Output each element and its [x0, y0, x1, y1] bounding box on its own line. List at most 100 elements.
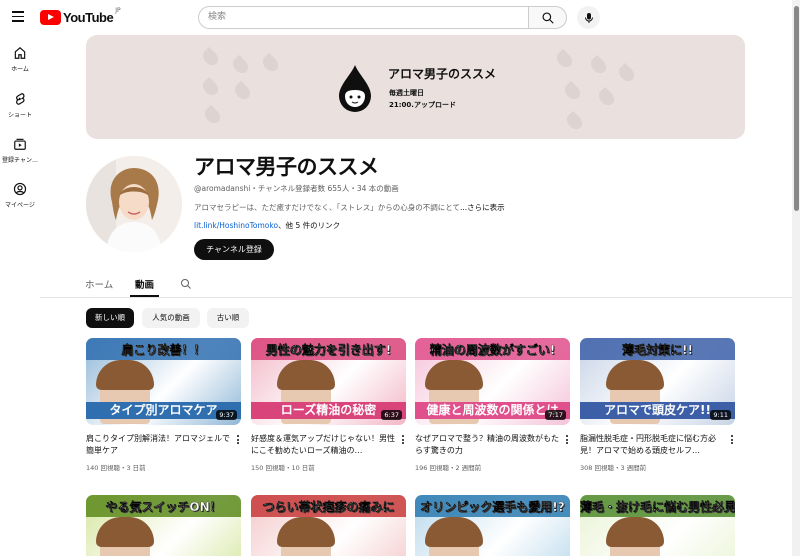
channel-description-text: アロマセラピーは、ただ癒すだけでなく、「ストレス」からの心身の不調にとて — [194, 203, 461, 212]
leaf-decoration — [595, 86, 618, 109]
video-card[interactable]: オリンピック選手も愛用!? — [415, 495, 570, 556]
sidebar-item-label: マイページ — [5, 202, 35, 209]
channel-tabs: ホーム 動画 — [40, 270, 792, 298]
leaf-decoration — [561, 80, 584, 103]
leaf-decoration — [229, 54, 252, 77]
sidebar-item-shorts[interactable]: ショート — [0, 92, 40, 119]
video-card[interactable]: 肩こり改善！！ タイプ別アロマケア 9:37 肩こりタイプ別解消法！アロマジェルで… — [86, 338, 241, 472]
scrollbar-thumb[interactable] — [794, 6, 799, 211]
thumbnail-title: つらい帯状疱疹の痛みに — [262, 500, 395, 514]
thumbnail-presenter-hair — [606, 360, 664, 390]
video-thumbnail[interactable]: 男性の魅力を引き出す! ローズ精油の秘密 6:37 — [251, 338, 406, 425]
banner-schedule-day: 毎週土曜日 — [389, 89, 424, 97]
voice-search-button[interactable] — [577, 6, 600, 29]
video-thumbnail[interactable]: 肩こり改善！！ タイプ別アロマケア 9:37 — [86, 338, 241, 425]
thumbnail-title: やる気スイッチON！ — [105, 500, 222, 514]
sidebar-item-my-page[interactable]: マイページ — [0, 182, 40, 209]
leaf-decoration — [553, 48, 576, 71]
menu-icon[interactable] — [9, 8, 27, 26]
tab-home[interactable]: ホーム — [85, 277, 113, 291]
video-title[interactable]: 脂漏性脱毛症・円形脱毛症に悩む方必見！アロマで始める頭皮セルフ… — [580, 433, 725, 457]
video-card[interactable]: やる気スイッチON！ — [86, 495, 241, 556]
banner-title: アロマ男子のススメ — [388, 67, 497, 81]
leaf-decoration — [231, 80, 254, 103]
channel-link[interactable]: lit.link/HoshinoTomoko — [194, 221, 278, 230]
channel-link-suffix[interactable]: 、他 5 件のリンク — [278, 221, 340, 230]
video-duration: 6:37 — [381, 410, 402, 420]
thumbnail-presenter-hair — [425, 517, 483, 547]
logo-region: JP — [115, 7, 121, 14]
chip-popular[interactable]: 人気の動画 — [142, 308, 200, 328]
leaf-decoration — [259, 52, 282, 75]
more-options-icon[interactable] — [729, 434, 735, 446]
more-options-icon[interactable] — [564, 434, 570, 446]
video-title[interactable]: 肩こりタイプ別解消法！アロマジェルで簡単ケア — [86, 433, 231, 457]
home-icon — [14, 46, 26, 59]
chip-newest[interactable]: 新しい順 — [86, 308, 134, 328]
video-meta: 196 回視聴・2 週間前 — [415, 464, 482, 472]
chip-oldest[interactable]: 古い順 — [207, 308, 249, 328]
video-meta: 150 回視聴・10 日前 — [251, 464, 315, 472]
video-card[interactable]: 精油の周波数がすごい! 健康と周波数の関係とは 7:17 なぜアロマで整う？精油の… — [415, 338, 570, 472]
video-thumbnail[interactable]: 薄毛・抜け毛に悩む男性必見 — [580, 495, 735, 556]
youtube-play-icon — [40, 9, 61, 25]
leaf-decoration — [199, 76, 222, 99]
video-thumbnail[interactable]: オリンピック選手も愛用!? — [415, 495, 570, 556]
video-card[interactable]: 男性の魅力を引き出す! ローズ精油の秘密 6:37 好感度＆運気アップだけじゃない… — [251, 338, 406, 472]
subscribe-button[interactable]: チャンネル登録 — [194, 239, 274, 260]
microphone-icon — [584, 12, 593, 23]
search-button[interactable] — [528, 6, 567, 29]
channel-meta: @aromadanshi・チャンネル登録者数 655人・34 本の動画 — [194, 184, 399, 193]
search-input[interactable]: 検索 — [198, 6, 528, 29]
thumbnail-presenter-hair — [277, 360, 335, 390]
sidebar-item-label: ショート — [7, 112, 32, 119]
channel-banner: アロマ男子のススメ 毎週土曜日 21:00.アップロード — [86, 35, 745, 139]
channel-name: アロマ男子のススメ — [194, 155, 379, 179]
more-options-icon[interactable] — [400, 434, 406, 446]
search-icon — [542, 12, 554, 24]
video-duration: 9:11 — [710, 410, 731, 420]
avatar-portrait — [86, 156, 182, 252]
video-title[interactable]: なぜアロマで整う？精油の周波数がもたらす驚きの力 — [415, 433, 560, 457]
video-thumbnail[interactable]: 薄毛対策に!! アロマで頭皮ケア!! 9:11 — [580, 338, 735, 425]
banner-schedule-time: 21:00.アップロード — [389, 101, 456, 109]
leaf-decoration — [199, 46, 222, 69]
more-options-icon[interactable] — [235, 434, 241, 446]
search-icon[interactable] — [180, 278, 192, 290]
show-more-link[interactable]: ...さらに表示 — [460, 203, 505, 212]
video-duration: 7:17 — [545, 410, 566, 420]
leaf-decoration — [615, 62, 638, 85]
video-title[interactable]: 好感度＆運気アップだけじゃない！男性にこそ勧めたいローズ精油の… — [251, 433, 396, 457]
active-tab-underline — [130, 295, 159, 297]
sidebar-item-label: ホーム — [11, 66, 29, 73]
video-duration: 9:37 — [216, 410, 237, 420]
leaf-decoration — [201, 104, 224, 127]
video-card[interactable]: 薄毛対策に!! アロマで頭皮ケア!! 9:11 脂漏性脱毛症・円形脱毛症に悩む方必… — [580, 338, 735, 472]
video-card[interactable]: つらい帯状疱疹の痛みに — [251, 495, 406, 556]
sidebar-item-subscriptions[interactable]: 登録チャン… — [0, 137, 40, 164]
tab-videos[interactable]: 動画 — [135, 277, 154, 291]
video-thumbnail[interactable]: 精油の周波数がすごい! 健康と周波数の関係とは 7:17 — [415, 338, 570, 425]
youtube-logo[interactable]: YouTube JP — [40, 7, 121, 25]
thumbnail-presenter-hair — [96, 517, 154, 547]
thumbnail-title: 精油の周波数がすごい! — [429, 343, 556, 357]
video-thumbnail[interactable]: やる気スイッチON！ — [86, 495, 241, 556]
video-meta: 308 回視聴・3 週間前 — [580, 464, 647, 472]
leaf-decoration — [587, 54, 610, 77]
account-icon — [13, 182, 27, 196]
thumbnail-title: 肩こり改善！！ — [121, 343, 206, 357]
shorts-icon — [16, 93, 25, 105]
video-card[interactable]: 薄毛・抜け毛に悩む男性必見 — [580, 495, 735, 556]
video-meta: 140 回視聴・3 日前 — [86, 464, 146, 472]
video-thumbnail[interactable]: つらい帯状疱疹の痛みに — [251, 495, 406, 556]
thumbnail-title: 男性の魅力を引き出す! — [265, 343, 392, 357]
thumbnail-title: 薄毛・抜け毛に悩む男性必見 — [580, 500, 735, 514]
thumbnail-presenter-hair — [606, 517, 664, 547]
sidebar-item-home[interactable]: ホーム — [0, 46, 40, 73]
thumbnail-title: 薄毛対策に!! — [622, 343, 693, 357]
channel-description[interactable]: アロマセラピーは、ただ癒すだけでなく、「ストレス」からの心身の不調にとて...さ… — [194, 202, 505, 213]
channel-avatar[interactable] — [86, 156, 182, 252]
subscriptions-icon — [14, 138, 26, 150]
logo-text: YouTube — [63, 9, 114, 25]
sidebar-item-label: 登録チャン… — [2, 157, 38, 164]
